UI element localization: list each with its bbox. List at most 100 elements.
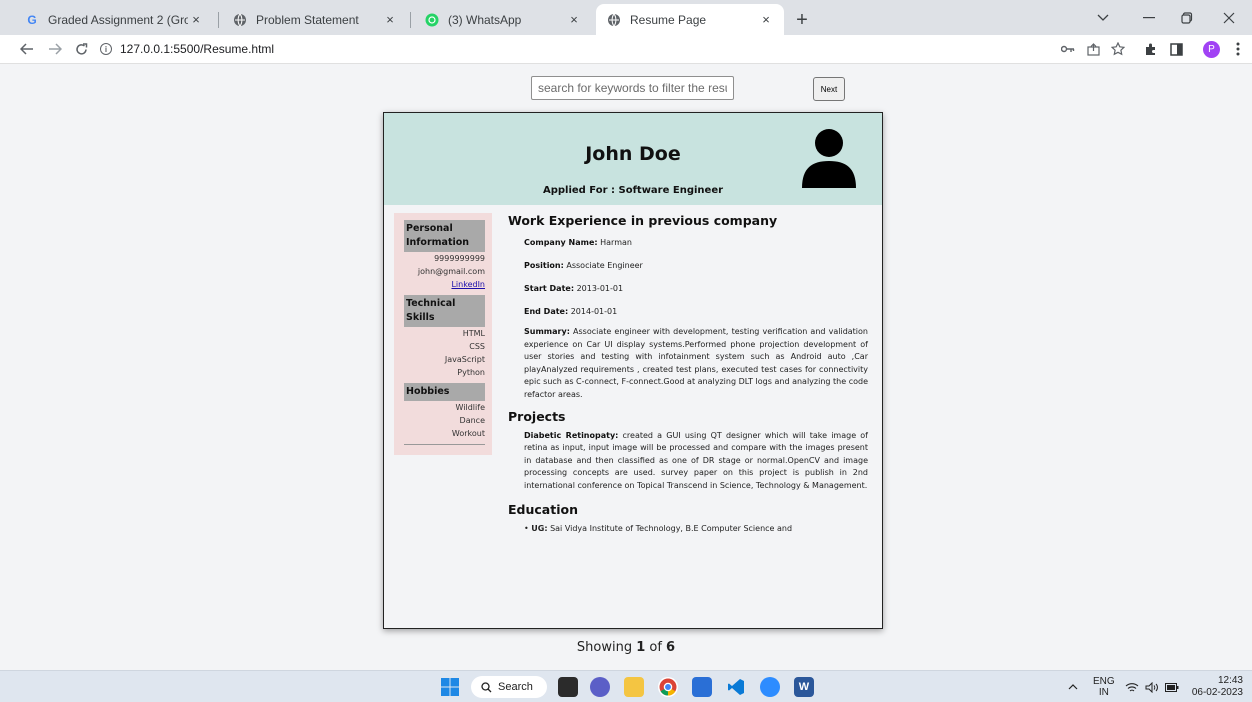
resume-main: Work Experience in previous company Comp… — [508, 213, 868, 535]
lang-bottom: IN — [1098, 687, 1109, 698]
profile-avatar[interactable]: P — [1203, 41, 1220, 58]
end-date-value: 2014-01-01 — [568, 307, 618, 316]
tab-graded-assignment[interactable]: G Graded Assignment 2 (Group): Ja × — [14, 4, 214, 35]
key-icon[interactable] — [1058, 39, 1078, 59]
globe-icon — [232, 12, 248, 28]
position-field: Position: Associate Engineer — [524, 260, 868, 271]
file-explorer-icon[interactable] — [624, 677, 644, 697]
phone-number: 9999999999 — [434, 254, 485, 263]
page-viewport: Next John Doe Applied For : Software Eng… — [0, 64, 1252, 670]
taskbar-search-label: Search — [498, 681, 533, 693]
technical-skills-heading: Technical Skills — [404, 295, 485, 327]
lang-top: ENG — [1093, 676, 1115, 687]
search-icon — [481, 681, 492, 692]
browser-toolbar: i 127.0.0.1:5500/Resume.html P — [0, 35, 1252, 64]
tab-close-icon[interactable]: × — [566, 12, 582, 28]
language-indicator[interactable]: ENG IN — [1093, 671, 1115, 702]
tab-problem-statement[interactable]: Problem Statement × — [222, 4, 408, 35]
side-panel-icon[interactable] — [1166, 39, 1186, 59]
linkedin-link[interactable]: LinkedIn — [404, 278, 485, 291]
share-icon[interactable] — [1083, 39, 1103, 59]
tab-title: (3) WhatsApp — [448, 12, 522, 27]
tab-search-icon[interactable] — [1080, 0, 1126, 35]
resume-sidebar: Personal Information 9999999999 john@gma… — [394, 213, 492, 455]
chrome-icon[interactable] — [658, 677, 678, 697]
ug-label: UG: — [531, 523, 548, 533]
address-bar[interactable]: i 127.0.0.1:5500/Resume.html — [100, 38, 1060, 60]
showing-current: 1 — [636, 640, 646, 655]
user-avatar-icon — [802, 129, 856, 188]
resume-card: John Doe Applied For : Software Engineer… — [383, 112, 883, 629]
teams-chat-icon[interactable] — [590, 677, 610, 697]
store-icon[interactable] — [692, 677, 712, 697]
tab-close-icon[interactable]: × — [758, 12, 774, 28]
showing-prefix: Showing — [576, 640, 637, 655]
keyword-search-input[interactable] — [531, 76, 734, 100]
start-date-label: Start Date: — [524, 284, 575, 293]
summary-label: Summary: — [524, 327, 570, 336]
tab-title: Graded Assignment 2 (Group): Ja — [48, 12, 188, 27]
summary-paragraph: Summary: Associate engineer with develop… — [524, 326, 868, 402]
new-tab-button[interactable]: + — [789, 7, 815, 33]
url-text: 127.0.0.1:5500/Resume.html — [120, 42, 275, 56]
tab-divider — [218, 12, 219, 28]
restore-icon[interactable] — [1164, 0, 1210, 35]
personal-info-heading: Personal Information — [404, 220, 485, 252]
clock-date: 06-02-2023 — [1191, 687, 1243, 698]
tab-divider — [410, 12, 411, 28]
globe-icon — [606, 12, 622, 28]
taskbar-search[interactable]: Search — [471, 676, 547, 698]
skill-item: Python — [457, 368, 485, 377]
company-field: Company Name: Harman — [524, 237, 868, 248]
windows-taskbar: Search W ENG IN 12:43 06-02-2023 — [0, 670, 1252, 702]
battery-icon[interactable] — [1165, 671, 1179, 702]
showing-total: 6 — [666, 640, 676, 655]
tab-title: Resume Page — [630, 12, 707, 27]
education-item: • UG: Sai Vidya Institute of Technology,… — [524, 523, 793, 533]
tray-chevron-icon[interactable] — [1068, 671, 1078, 702]
skill-item: HTML — [462, 329, 485, 338]
back-icon[interactable] — [16, 38, 38, 60]
hobby-item: Workout — [451, 429, 485, 438]
task-view-icon[interactable] — [558, 677, 578, 697]
extensions-puzzle-icon[interactable] — [1141, 39, 1161, 59]
showing-middle: of — [645, 640, 667, 655]
tab-whatsapp[interactable]: (3) WhatsApp × — [414, 4, 592, 35]
wifi-icon[interactable] — [1125, 671, 1139, 702]
bookmark-star-icon[interactable] — [1108, 39, 1128, 59]
resume-header: John Doe Applied For : Software Engineer — [384, 113, 882, 205]
hobbies-heading: Hobbies — [404, 383, 485, 401]
skill-item: CSS — [469, 342, 485, 351]
tab-close-icon[interactable]: × — [382, 12, 398, 28]
education-list: • UG: Sai Vidya Institute of Technology,… — [524, 523, 868, 536]
tab-resume-page[interactable]: Resume Page × — [596, 4, 784, 35]
tab-title: Problem Statement — [256, 12, 359, 27]
project-name: Diabetic Retinopaty: — [524, 430, 619, 440]
zoom-icon[interactable] — [760, 677, 780, 697]
info-icon[interactable]: i — [100, 43, 112, 55]
end-date-label: End Date: — [524, 307, 569, 316]
vscode-icon[interactable] — [726, 677, 746, 697]
sidebar-divider — [404, 444, 485, 445]
reload-icon[interactable] — [70, 38, 92, 60]
word-icon[interactable]: W — [794, 677, 814, 697]
system-clock[interactable]: 12:43 06-02-2023 — [1187, 671, 1243, 702]
summary-text: Associate engineer with development, tes… — [524, 327, 868, 399]
ug-value: Sai Vidya Institute of Technology, B.E C… — [547, 523, 793, 533]
email-address: john@gmail.com — [417, 267, 485, 276]
close-window-icon[interactable] — [1206, 0, 1252, 35]
hobby-item: Wildlife — [455, 403, 485, 412]
clock-time: 12:43 — [1217, 675, 1243, 686]
projects-heading: Projects — [508, 408, 566, 424]
company-label: Company Name: — [524, 238, 598, 247]
pagination-status: Showing 1 of 6 — [0, 640, 1252, 655]
browser-tab-strip: G Graded Assignment 2 (Group): Ja × Prob… — [0, 0, 1252, 35]
volume-icon[interactable] — [1145, 671, 1159, 702]
work-experience-heading: Work Experience in previous company — [508, 213, 778, 228]
menu-kebab-icon[interactable] — [1228, 39, 1248, 59]
next-button[interactable]: Next — [813, 77, 845, 101]
tab-close-icon[interactable]: × — [188, 12, 204, 28]
forward-icon[interactable] — [44, 38, 66, 60]
windows-start-icon[interactable] — [440, 677, 460, 697]
position-value: Associate Engineer — [563, 261, 643, 270]
